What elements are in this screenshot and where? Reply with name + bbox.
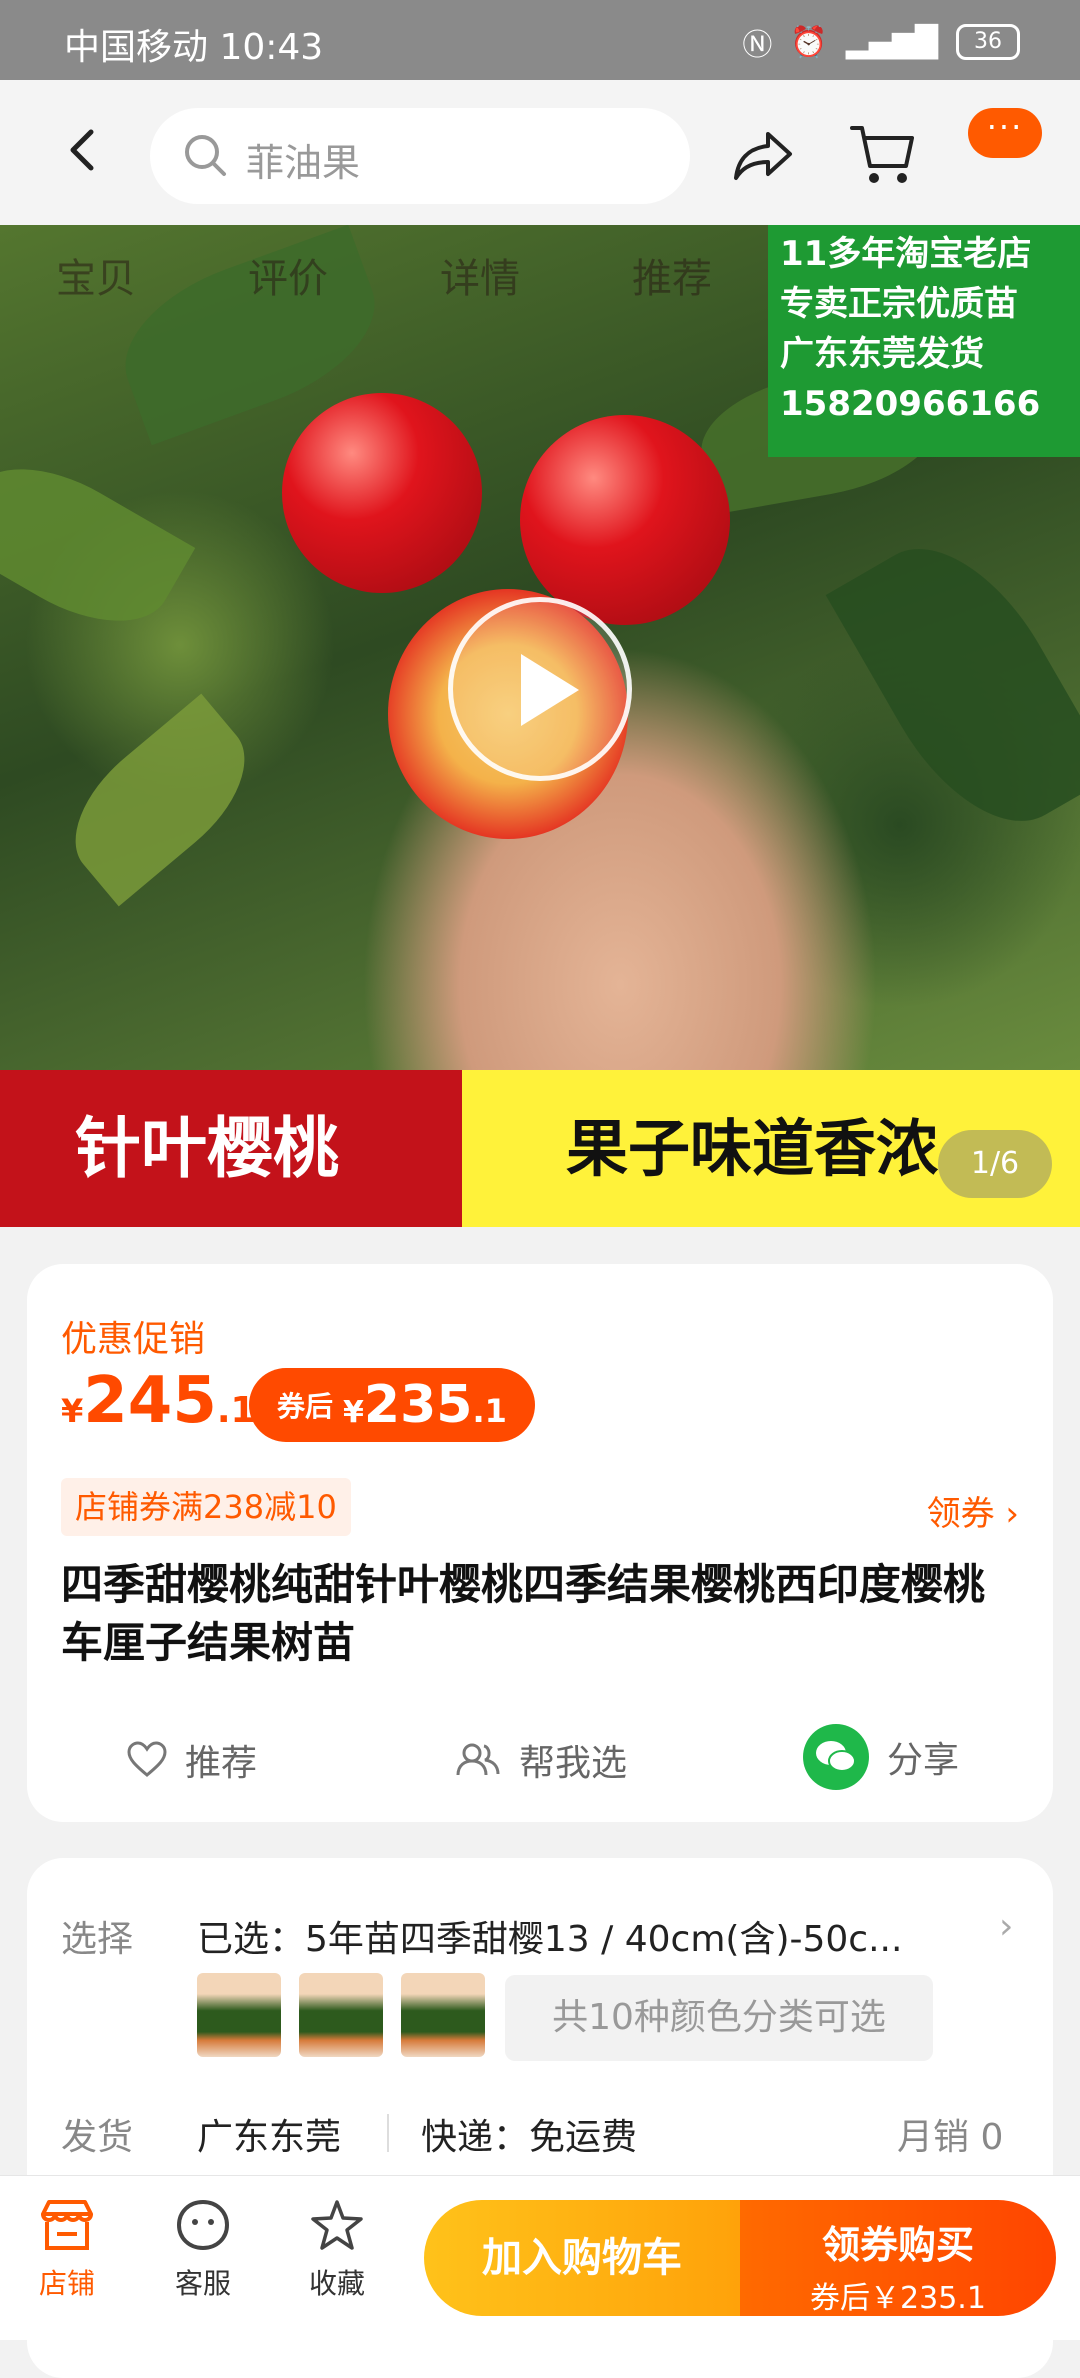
ship-label: 发货 xyxy=(61,2117,134,2158)
add-to-cart-button[interactable]: 加入购物车 xyxy=(424,2200,740,2316)
select-label: 选择 xyxy=(61,1919,134,1960)
status-bar: 中国移动 10:43 Ⓝ ⏰ ▂▄▆█ 36 xyxy=(0,0,1080,80)
back-arrow-icon xyxy=(70,129,94,171)
ship-from: 广东东莞 xyxy=(197,2117,342,2158)
gallery-page-indicator: 1/6 xyxy=(938,1130,1052,1198)
shop-ad-overlay: 11多年淘宝老店 专卖正宗优质苗 广东东莞发货 15820966166 xyxy=(768,225,1080,457)
detail-tabs: 宝贝 评价 详情 推荐 xyxy=(0,225,768,333)
selected-spec[interactable]: 已选：5年苗四季甜樱13 / 40cm(含)-50c... xyxy=(197,1910,987,1962)
help-choose-button[interactable]: 帮我选 xyxy=(455,1734,627,1786)
cart-icon xyxy=(850,126,914,183)
shop-ad-line: 11多年淘宝老店 xyxy=(780,234,1032,274)
delivery-info: 快递：免运费 xyxy=(421,2117,638,2158)
share-arrow-icon xyxy=(734,132,792,180)
banner-left: 针叶樱桃 xyxy=(0,1070,462,1227)
coupon-buy-button[interactable]: 领券购买 券后￥235.1 xyxy=(740,2200,1056,2316)
nfc-icon: Ⓝ xyxy=(742,28,773,63)
battery-icon: 36 xyxy=(956,24,1020,60)
variants-count[interactable]: 共10种颜色分类可选 xyxy=(505,1975,933,2061)
claim-coupon-label: 领券 xyxy=(926,1494,995,1534)
wechat-icon xyxy=(803,1724,869,1790)
after-coupon-symbol: ¥ xyxy=(343,1395,364,1430)
service-label: 客服 xyxy=(174,2267,231,2300)
share-button[interactable] xyxy=(730,122,796,188)
wechat-share-button[interactable]: 分享 xyxy=(803,1724,959,1790)
more-button[interactable]: ··· xyxy=(968,108,1042,158)
after-coupon-main: 235 xyxy=(363,1375,473,1435)
help-choose-label: 帮我选 xyxy=(519,1743,628,1784)
shop-ad-phone: 15820966166 xyxy=(780,384,1041,424)
price: ¥245.1 xyxy=(61,1364,256,1438)
store-button[interactable]: 店铺 xyxy=(12,2198,122,2302)
buy-label: 领券购买 xyxy=(821,2223,974,2267)
after-coupon-decimal: .1 xyxy=(472,1392,507,1430)
alarm-icon: ⏰ xyxy=(790,24,828,60)
star-icon xyxy=(311,2200,363,2250)
chevron-right-icon: › xyxy=(999,1906,1014,1947)
search-query: 菲油果 xyxy=(246,141,361,185)
tab-reviews[interactable]: 评价 xyxy=(192,225,384,333)
tab-details[interactable]: 详情 xyxy=(384,225,576,333)
status-icons: Ⓝ ⏰ ▂▄▆█ 36 xyxy=(742,20,1020,64)
people-icon xyxy=(456,1743,500,1776)
store-icon xyxy=(41,2200,93,2250)
price-main: 245 xyxy=(83,1364,217,1438)
favorite-label: 收藏 xyxy=(308,2267,365,2300)
tab-recommend[interactable]: 推荐 xyxy=(576,225,768,333)
heart-icon xyxy=(127,1741,167,1777)
play-icon xyxy=(521,654,579,726)
monthly-sales: 月销 0 xyxy=(897,2117,1004,2158)
buy-price: 券后￥235.1 xyxy=(810,2281,986,2316)
price-symbol: ¥ xyxy=(61,1392,84,1430)
shop-ad-line: 广东东莞发货 xyxy=(780,334,984,374)
carrier-time: 中国移动 10:43 xyxy=(64,27,324,68)
divider xyxy=(387,2114,389,2152)
recommend-button[interactable]: 推荐 xyxy=(127,1734,257,1786)
signal-icon: ▂▄▆█ xyxy=(845,24,938,60)
share-label: 分享 xyxy=(887,1740,960,1781)
store-label: 店铺 xyxy=(38,2267,95,2300)
recommend-label: 推荐 xyxy=(185,1743,258,1784)
after-coupon-label: 券后 xyxy=(277,1390,334,1423)
play-video-button[interactable] xyxy=(448,597,632,781)
top-nav: 菲油果 ··· xyxy=(0,80,1080,225)
cart-button[interactable] xyxy=(848,122,918,188)
customer-service-button[interactable]: 客服 xyxy=(148,2198,258,2302)
service-face-icon xyxy=(176,2199,230,2251)
variant-thumbnail[interactable] xyxy=(197,1973,281,2057)
product-gallery[interactable]: 宝贝 评价 详情 推荐 11多年淘宝老店 专卖正宗优质苗 广东东莞发货 1582… xyxy=(0,225,1080,1227)
product-title: 四季甜樱桃纯甜针叶樱桃四季结果樱桃西印度樱桃车厘子结果树苗 xyxy=(61,1560,986,1667)
promo-label: 优惠促销 xyxy=(61,1319,206,1360)
claim-coupon-link[interactable]: 领券 › xyxy=(927,1486,1019,1535)
variant-thumbnail[interactable] xyxy=(401,1973,485,2057)
bottom-action-bar: 店铺 客服 收藏 加入购物车 领券购买 券后￥235.1 xyxy=(0,2176,1080,2340)
after-coupon-price: 券后 ¥235.1 xyxy=(249,1368,535,1442)
shop-ad-line: 专卖正宗优质苗 xyxy=(780,284,1018,324)
search-input[interactable]: 菲油果 xyxy=(150,108,690,204)
product-actions: 推荐 帮我选 分享 xyxy=(27,1704,1053,1804)
shop-coupon-tag[interactable]: 店铺券满238减10 xyxy=(61,1478,351,1536)
product-info-card: 优惠促销 ¥245.1 券后 ¥235.1 店铺券满238减10 领券 › 四季… xyxy=(27,1264,1053,1822)
chevron-right-icon: › xyxy=(1005,1494,1019,1534)
tab-item[interactable]: 宝贝 xyxy=(0,225,192,333)
search-icon xyxy=(185,135,226,176)
back-button[interactable] xyxy=(55,120,115,180)
favorite-button[interactable]: 收藏 xyxy=(282,2198,392,2302)
variant-thumbnail[interactable] xyxy=(299,1973,383,2057)
